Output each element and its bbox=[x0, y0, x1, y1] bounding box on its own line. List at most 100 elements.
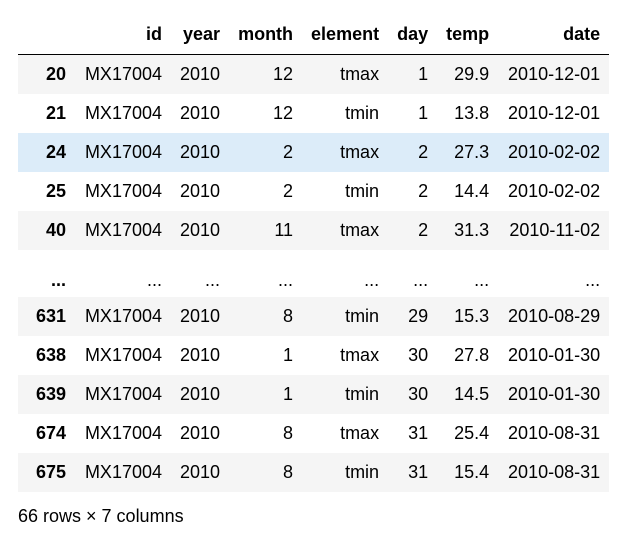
cell-day: 30 bbox=[408, 345, 429, 365]
row-index: 639 bbox=[35, 384, 66, 404]
header-row: id year month element day temp date bbox=[18, 14, 610, 55]
row-index: 631 bbox=[35, 306, 66, 326]
table-row: 638 MX17004 2010 1 tmax 30 27.8 2010-01-… bbox=[18, 336, 610, 375]
header-temp: temp bbox=[437, 14, 499, 55]
cell-id: MX17004 bbox=[84, 181, 162, 201]
cell-id: MX17004 bbox=[84, 462, 162, 482]
cell-element: tmin bbox=[345, 103, 380, 123]
header-id: id bbox=[75, 14, 171, 55]
cell-temp: 27.8 bbox=[454, 345, 490, 365]
row-index: 675 bbox=[35, 462, 66, 482]
cell-day: ... bbox=[413, 270, 429, 290]
cell-id: MX17004 bbox=[84, 142, 162, 162]
cell-element: tmax bbox=[340, 345, 380, 365]
cell-year: 2010 bbox=[180, 462, 221, 482]
cell-year: ... bbox=[205, 270, 221, 290]
table-row: 40 MX17004 2010 11 tmax 2 31.3 2010-11-0… bbox=[18, 211, 610, 250]
cell-element: ... bbox=[364, 270, 380, 290]
cell-month: 8 bbox=[283, 462, 294, 482]
cell-element: tmax bbox=[340, 423, 380, 443]
cell-element: tmax bbox=[340, 142, 380, 162]
cell-month: 8 bbox=[283, 306, 294, 326]
cell-day: 2 bbox=[418, 181, 429, 201]
header-index bbox=[18, 14, 75, 55]
header-date: date bbox=[498, 14, 610, 55]
cell-day: 2 bbox=[418, 220, 429, 240]
cell-id: MX17004 bbox=[84, 306, 162, 326]
cell-month: 12 bbox=[273, 103, 294, 123]
cell-temp: 14.4 bbox=[454, 181, 490, 201]
header-day: day bbox=[388, 14, 438, 55]
cell-day: 2 bbox=[418, 142, 429, 162]
cell-temp: 25.4 bbox=[454, 423, 490, 443]
dataframe-table: id year month element day temp date 20 M… bbox=[18, 14, 610, 492]
cell-temp: 15.4 bbox=[454, 462, 490, 482]
row-index: 638 bbox=[35, 345, 66, 365]
cell-element: tmax bbox=[340, 64, 380, 84]
cell-month: ... bbox=[278, 270, 294, 290]
cell-month: 11 bbox=[274, 220, 294, 240]
cell-day: 29 bbox=[408, 306, 429, 326]
cell-month: 1 bbox=[283, 345, 294, 365]
cell-id: MX17004 bbox=[84, 103, 162, 123]
cell-year: 2010 bbox=[180, 423, 221, 443]
cell-year: 2010 bbox=[180, 64, 221, 84]
header-year: year bbox=[171, 14, 230, 55]
cell-year: 2010 bbox=[180, 345, 221, 365]
cell-element: tmin bbox=[345, 181, 380, 201]
cell-temp: 14.5 bbox=[454, 384, 490, 404]
cell-date: 2010-11-02 bbox=[509, 220, 601, 240]
table-header: id year month element day temp date bbox=[18, 14, 610, 55]
row-index: ... bbox=[50, 270, 66, 290]
cell-day: 1 bbox=[418, 103, 429, 123]
cell-id: MX17004 bbox=[84, 345, 162, 365]
row-index: 20 bbox=[45, 64, 66, 84]
cell-id: MX17004 bbox=[84, 423, 162, 443]
cell-date: ... bbox=[585, 270, 601, 290]
cell-month: 2 bbox=[283, 181, 294, 201]
cell-month: 8 bbox=[283, 423, 294, 443]
cell-date: 2010-01-30 bbox=[508, 384, 601, 404]
cell-temp: 29.9 bbox=[454, 64, 490, 84]
cell-date: 2010-02-02 bbox=[508, 142, 601, 162]
cell-id: MX17004 bbox=[84, 220, 162, 240]
table-row: 21 MX17004 2010 12 tmin 1 13.8 2010-12-0… bbox=[18, 94, 610, 133]
row-index: 24 bbox=[45, 142, 66, 162]
row-index: 21 bbox=[45, 103, 66, 123]
cell-date: 2010-08-29 bbox=[508, 306, 601, 326]
cell-id: MX17004 bbox=[84, 64, 162, 84]
dataframe-output: id year month element day temp date 20 M… bbox=[18, 14, 610, 492]
cell-day: 31 bbox=[408, 423, 429, 443]
table-row-highlighted: 24 MX17004 2010 2 tmax 2 27.3 2010-02-02 bbox=[18, 133, 610, 172]
cell-temp: 13.8 bbox=[454, 103, 490, 123]
cell-temp: 31.3 bbox=[454, 220, 490, 240]
table-row: 674 MX17004 2010 8 tmax 31 25.4 2010-08-… bbox=[18, 414, 610, 453]
cell-id: MX17004 bbox=[84, 384, 162, 404]
cell-year: 2010 bbox=[180, 103, 221, 123]
table-row-ellipsis: ... ... ... ... ... ... ... ... bbox=[18, 250, 610, 297]
cell-date: 2010-02-02 bbox=[508, 181, 601, 201]
table-row: 675 MX17004 2010 8 tmin 31 15.4 2010-08-… bbox=[18, 453, 610, 492]
cell-date: 2010-12-01 bbox=[508, 64, 601, 84]
cell-date: 2010-12-01 bbox=[508, 103, 601, 123]
table-row: 639 MX17004 2010 1 tmin 30 14.5 2010-01-… bbox=[18, 375, 610, 414]
cell-year: 2010 bbox=[180, 142, 221, 162]
cell-day: 31 bbox=[408, 462, 429, 482]
row-index: 40 bbox=[45, 220, 66, 240]
cell-element: tmin bbox=[345, 384, 380, 404]
cell-year: 2010 bbox=[180, 220, 221, 240]
cell-day: 30 bbox=[408, 384, 429, 404]
cell-temp: 15.3 bbox=[454, 306, 490, 326]
table-row: 631 MX17004 2010 8 tmin 29 15.3 2010-08-… bbox=[18, 297, 610, 336]
cell-day: 1 bbox=[418, 64, 429, 84]
row-index: 674 bbox=[35, 423, 66, 443]
cell-id: ... bbox=[146, 270, 162, 290]
table-row: 25 MX17004 2010 2 tmin 2 14.4 2010-02-02 bbox=[18, 172, 610, 211]
table-body: 20 MX17004 2010 12 tmax 1 29.9 2010-12-0… bbox=[18, 54, 610, 492]
cell-element: tmax bbox=[340, 220, 380, 240]
cell-year: 2010 bbox=[180, 384, 221, 404]
cell-year: 2010 bbox=[180, 181, 221, 201]
cell-month: 2 bbox=[283, 142, 294, 162]
row-index: 25 bbox=[45, 181, 66, 201]
table-row: 20 MX17004 2010 12 tmax 1 29.9 2010-12-0… bbox=[18, 54, 610, 94]
